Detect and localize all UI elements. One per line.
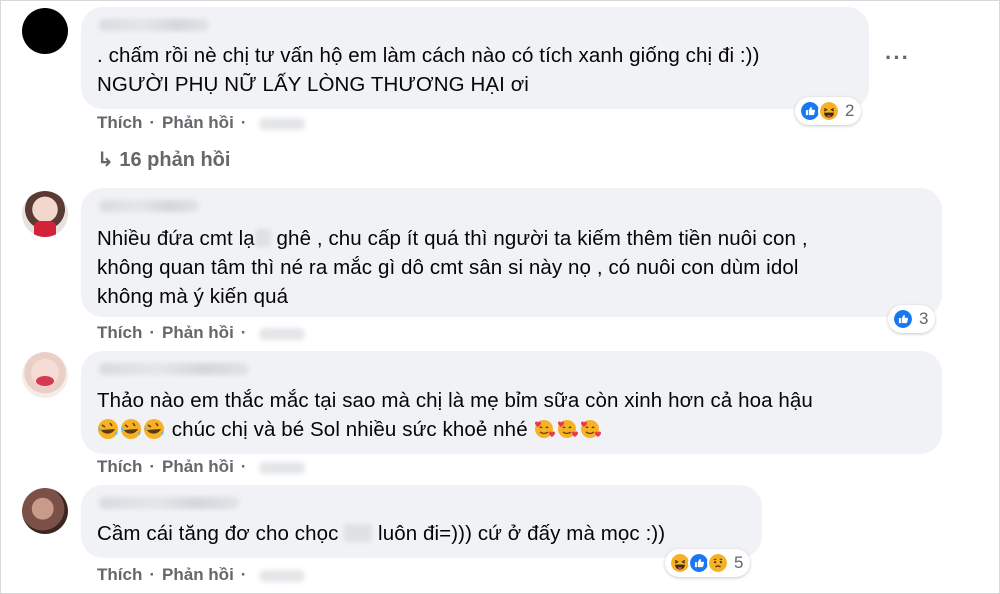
comment-text-line: Cầm cái tăng đơ cho chọc luôn đi=))) cứ … — [97, 519, 665, 548]
timestamp-blurred[interactable] — [259, 461, 306, 474]
reaction-summary[interactable]: 2 — [795, 97, 862, 125]
avatar[interactable] — [22, 191, 68, 237]
laugh-icon — [818, 100, 840, 122]
more-options-button[interactable]: ··· — [885, 45, 910, 71]
comment-bubble: . chấm rồi nè chị tư vấn hộ em làm cách … — [81, 7, 869, 109]
comment-actions: Thích · Phản hồi · — [97, 565, 306, 585]
comment-text-line: NGƯỜI PHỤ NỮ LẤY LÒNG THƯƠNG HẠI ơi — [97, 73, 529, 96]
comment-actions: Thích · Phản hồi · — [97, 113, 306, 133]
smiling-hearts-icon — [535, 420, 556, 438]
comment-text-line: chúc chị và bé Sol nhiều sức khoẻ nhé — [97, 415, 602, 444]
rofl-icon — [98, 419, 118, 439]
reply-button[interactable]: Phản hồi — [162, 565, 234, 585]
reply-button[interactable]: Phản hồi — [162, 457, 234, 477]
separator-dot: · — [149, 113, 156, 132]
view-replies-link[interactable]: ↳ 16 phản hồi — [97, 147, 230, 172]
comment-text-line: Thảo nào em thắc mắc tại sao mà chị là m… — [97, 389, 813, 412]
like-button[interactable]: Thích — [97, 565, 142, 585]
reply-button[interactable]: Phản hồi — [162, 113, 234, 133]
comment-actions: Thích · Phản hồi · — [97, 457, 306, 477]
avatar[interactable] — [22, 488, 68, 534]
author-name-blurred[interactable] — [99, 363, 249, 375]
comment-text-line: . chấm rồi nè chị tư vấn hộ em làm cách … — [97, 44, 760, 67]
avatar-shirt — [34, 221, 56, 237]
like-button[interactable]: Thích — [97, 457, 142, 477]
censored-word — [254, 229, 271, 247]
separator-dot: · — [240, 457, 247, 476]
avatar-lips — [36, 376, 54, 386]
reply-button[interactable]: Phản hồi — [162, 323, 234, 343]
timestamp-blurred[interactable] — [259, 569, 306, 582]
comment-bubble: Nhiều đứa cmt lạ ghê , chu cấp ít quá th… — [81, 188, 942, 317]
like-icon — [892, 308, 914, 330]
sad-icon — [707, 552, 729, 574]
timestamp-blurred[interactable] — [259, 327, 306, 340]
comment-text-segment: Cầm cái tăng đơ cho chọc — [97, 522, 345, 545]
avatar[interactable] — [22, 8, 68, 54]
separator-dot: · — [240, 565, 247, 584]
reaction-count: 5 — [734, 553, 744, 572]
like-button[interactable]: Thích — [97, 323, 142, 343]
author-name-blurred[interactable] — [99, 200, 199, 212]
separator-dot: · — [149, 565, 156, 584]
comment-text-segment: ghê , chu cấp ít quá thì người ta kiếm t… — [270, 227, 808, 250]
comment-text-line: không mà ý kiến quá — [97, 285, 289, 308]
author-name-blurred[interactable] — [99, 19, 209, 31]
reaction-count: 2 — [845, 101, 855, 120]
comment-bubble: Thảo nào em thắc mắc tại sao mà chị là m… — [81, 351, 942, 454]
comment-bubble: Cầm cái tăng đơ cho chọc luôn đi=))) cứ … — [81, 485, 762, 558]
reaction-summary[interactable]: 5 — [665, 549, 751, 577]
timestamp-blurred[interactable] — [259, 117, 306, 130]
comment-text-segment: luôn đi=))) cứ ở đấy mà mọc :)) — [372, 522, 666, 545]
replies-count-label: 16 phản hồi — [119, 149, 231, 171]
rofl-icon — [121, 419, 141, 439]
smiling-hearts-icon — [581, 420, 602, 438]
reply-arrow-icon: ↳ — [97, 149, 114, 171]
separator-dot: · — [240, 113, 247, 132]
comment-actions: Thích · Phản hồi · — [97, 323, 306, 343]
comment-text-segment: chúc chị và bé Sol nhiều sức khoẻ nhé — [166, 418, 534, 441]
separator-dot: · — [149, 323, 156, 342]
comment-text-line: không quan tâm thì né ra mắc gì dô cmt s… — [97, 256, 799, 279]
censored-word — [344, 524, 373, 542]
separator-dot: · — [240, 323, 247, 342]
rofl-icon — [144, 419, 164, 439]
reaction-count: 3 — [919, 309, 929, 328]
separator-dot: · — [149, 457, 156, 476]
reaction-summary[interactable]: 3 — [888, 305, 936, 333]
avatar[interactable] — [22, 352, 68, 398]
comment-text-segment: Nhiều đứa cmt lạ — [97, 227, 255, 250]
author-name-blurred[interactable] — [99, 497, 239, 509]
smiling-hearts-icon — [558, 420, 579, 438]
comment-text-line: Nhiều đứa cmt lạ ghê , chu cấp ít quá th… — [97, 224, 808, 253]
like-button[interactable]: Thích — [97, 113, 142, 133]
comment-thread: . chấm rồi nè chị tư vấn hộ em làm cách … — [0, 0, 1000, 594]
